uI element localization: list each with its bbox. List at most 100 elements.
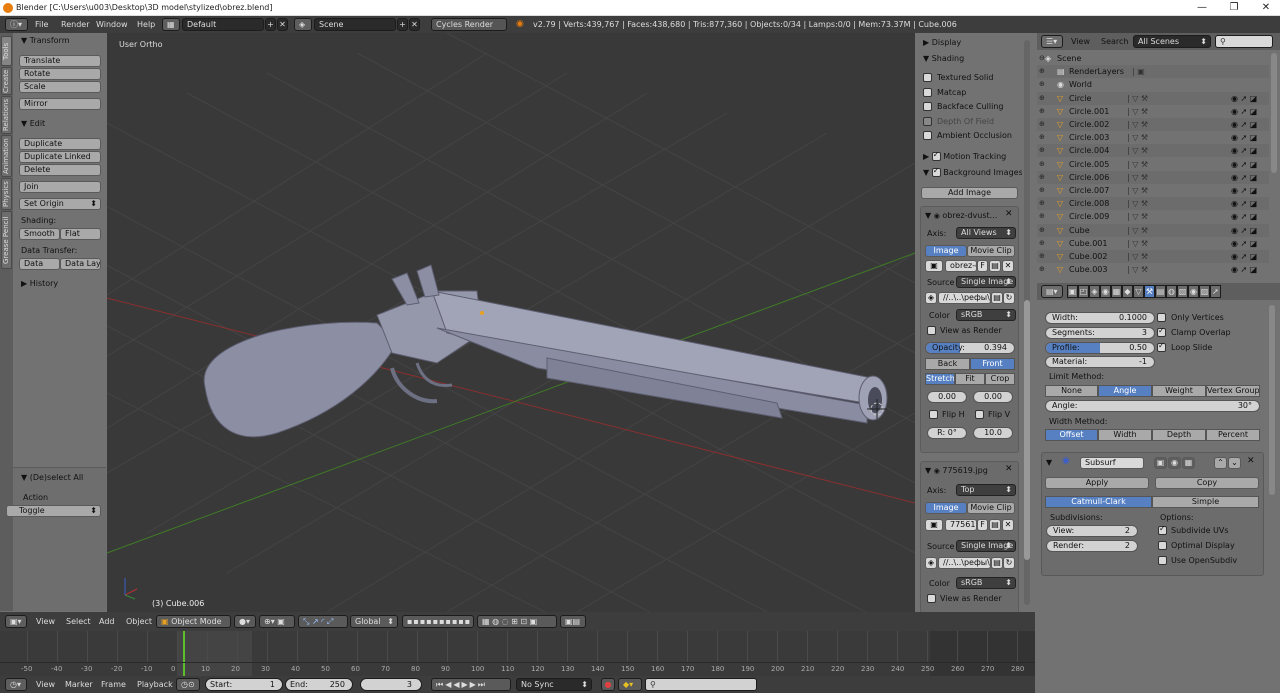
- layer-buttons[interactable]: ▪▪▪▪▪▪▪▪▪▪: [402, 615, 474, 628]
- bg2-image-tab[interactable]: Image: [925, 502, 967, 514]
- properties-context-tab-icon[interactable]: ◍: [1166, 285, 1177, 298]
- expand-icon[interactable]: ⊕: [1039, 92, 1045, 105]
- bg1-source-select[interactable]: Single Image ⬍: [956, 276, 1016, 288]
- subsurf-remove-icon[interactable]: ✕: [1247, 456, 1255, 467]
- properties-editor-type-icon[interactable]: ▤▾: [1041, 285, 1063, 298]
- interaction-mode-select[interactable]: ▣ Object Mode: [156, 615, 231, 628]
- properties-context-tab-icon[interactable]: ▽: [1133, 285, 1144, 298]
- shading-option-checkbox[interactable]: [923, 87, 932, 97]
- viewport-shading-select[interactable]: ●▾: [234, 615, 256, 628]
- current-frame-field[interactable]: 3: [360, 678, 422, 691]
- add-image-button[interactable]: Add Image: [921, 187, 1018, 199]
- bg2-pack-icon[interactable]: ◈: [925, 557, 937, 569]
- bg1-movie-tab[interactable]: Movie Clip: [967, 245, 1015, 257]
- properties-context-tab-icon[interactable]: ◆: [1122, 285, 1133, 298]
- expand-icon[interactable]: ⊕: [1039, 197, 1045, 210]
- npanel-scrollbar[interactable]: [1024, 300, 1030, 560]
- only-vertices-checkbox[interactable]: [1157, 313, 1166, 322]
- expand-icon[interactable]: ⊖: [1039, 52, 1045, 65]
- bg1-reload-icon[interactable]: ↻: [1003, 292, 1015, 304]
- outliner-item[interactable]: ⊕ ▽ Circle.002 | ▽ ⚒ ◉ ➚ ◪: [1037, 118, 1269, 131]
- delete-layout-icon[interactable]: ✕: [277, 18, 288, 31]
- tab-tools[interactable]: Tools: [1, 36, 12, 66]
- menu-help[interactable]: Help: [137, 16, 155, 33]
- set-origin-dropdown[interactable]: Set Origin ⬍: [19, 198, 101, 210]
- maximize-button[interactable]: ❐: [1218, 0, 1250, 16]
- bg2-reload-icon[interactable]: ↻: [1003, 557, 1015, 569]
- outliner-item[interactable]: ⊕ ▽ Circle.008 | ▽ ⚒ ◉ ➚ ◪: [1037, 197, 1269, 211]
- outliner-item[interactable]: ⊕ ▽ Circle.005 | ▽ ⚒ ◉ ➚ ◪: [1037, 158, 1269, 171]
- render-engine-select[interactable]: Cycles Render: [431, 18, 507, 31]
- bevel-angle-field[interactable]: Angle: 30°: [1045, 400, 1260, 412]
- limit-angle-button[interactable]: Angle: [1098, 385, 1152, 397]
- bg1-rotation-field[interactable]: R: 0°: [927, 427, 967, 439]
- properties-context-tab-icon[interactable]: ◉: [1188, 285, 1199, 298]
- timeline-marker-menu[interactable]: Marker: [65, 680, 93, 690]
- scale-button[interactable]: Scale: [19, 81, 101, 93]
- outliner-item[interactable]: ⊖ ◈ Scene: [1037, 52, 1269, 65]
- bg2-image-browse-icon[interactable]: ▣: [925, 519, 943, 531]
- duplicate-button[interactable]: Duplicate: [19, 138, 101, 150]
- bg2-filebrowse-icon[interactable]: ▤: [991, 557, 1003, 569]
- layout-browse-icon[interactable]: ▦: [162, 18, 180, 31]
- shade-smooth-button[interactable]: Smooth: [19, 228, 60, 240]
- minimize-button[interactable]: —: [1186, 0, 1218, 16]
- subsurf-editmode-toggle-icon[interactable]: ▦: [1182, 457, 1195, 469]
- visibility-icons[interactable]: ◉ ➚ ◪: [1231, 224, 1257, 237]
- tab-create[interactable]: Create: [1, 67, 12, 95]
- timeline-view-menu[interactable]: View: [36, 680, 55, 690]
- outliner-item[interactable]: ⊕ ▽ Cube.001 | ▽ ⚒ ◉ ➚ ◪: [1037, 237, 1269, 250]
- expand-icon[interactable]: ⊕: [1039, 224, 1045, 237]
- expand-icon[interactable]: ⊕: [1039, 184, 1045, 197]
- menu-window[interactable]: Window: [96, 16, 128, 33]
- expand-icon[interactable]: ⊕: [1039, 118, 1045, 131]
- timeline-editor-type-icon[interactable]: ◷▾: [5, 678, 27, 691]
- delete-scene-icon[interactable]: ✕: [409, 18, 420, 31]
- expand-icon[interactable]: ⊕: [1039, 210, 1045, 223]
- tab-relations[interactable]: Relations: [1, 96, 12, 134]
- expand-icon[interactable]: ⊕: [1039, 144, 1045, 157]
- shading-option-checkbox[interactable]: [923, 73, 932, 82]
- bg1-pack-icon[interactable]: ◈: [925, 292, 937, 304]
- outliner-item[interactable]: ⊕ ◉ World: [1037, 78, 1269, 91]
- view3d-view-menu[interactable]: View: [36, 617, 55, 627]
- shading-option-checkbox[interactable]: [923, 116, 932, 126]
- subsurf-move-up-icon[interactable]: ⌃: [1214, 457, 1227, 469]
- layout-name-field[interactable]: Default: [182, 18, 264, 31]
- properties-context-tab-icon[interactable]: ▣: [1067, 285, 1078, 298]
- editor-type-icon[interactable]: ⓘ▾: [5, 18, 28, 31]
- background-images-checkbox[interactable]: [931, 166, 941, 177]
- limit-vertex-group-button[interactable]: Vertex Group: [1206, 385, 1260, 397]
- properties-context-tab-icon[interactable]: ▨: [1199, 285, 1210, 298]
- outliner-item[interactable]: ⊕ ▽ Circle.004 | ▽ ⚒ ◉ ➚ ◪: [1037, 144, 1269, 158]
- bg1-stretch-button[interactable]: Stretch: [925, 373, 955, 385]
- properties-context-tab-icon[interactable]: ◰: [1078, 285, 1089, 298]
- translate-button[interactable]: Translate: [19, 55, 101, 67]
- properties-context-tab-icon[interactable]: ⚒: [1144, 285, 1155, 298]
- auto-keying-icon[interactable]: ●: [601, 678, 615, 691]
- frame-end-field[interactable]: End: 250: [285, 678, 353, 691]
- current-frame-marker[interactable]: [183, 631, 185, 676]
- subsurf-render-toggle-icon[interactable]: ▣: [1154, 457, 1167, 469]
- visibility-icons[interactable]: ◉ ➚ ◪: [1231, 105, 1257, 118]
- background-images-header[interactable]: ▼ Background Images: [923, 166, 1022, 178]
- timeline[interactable]: -50 -40 -30 -20 -10 0 10 20 30 40 50 60 70 80 90 100 110…: [0, 631, 1035, 676]
- simple-button[interactable]: Simple: [1152, 496, 1259, 508]
- bg1-image-browse-icon[interactable]: ▣: [925, 260, 943, 272]
- shading-panel-header[interactable]: ▼ Shading: [923, 54, 964, 64]
- view3d-select-menu[interactable]: Select: [66, 617, 91, 627]
- join-button[interactable]: Join: [19, 181, 101, 193]
- timeline-frame-menu[interactable]: Frame: [101, 680, 126, 690]
- loop-slide-checkbox[interactable]: [1157, 341, 1166, 352]
- outliner-search-field[interactable]: ⚲: [1215, 35, 1273, 48]
- visibility-icons[interactable]: ◉ ➚ ◪: [1231, 184, 1257, 197]
- bg1-flip-v-checkbox[interactable]: [975, 410, 984, 419]
- subsurf-render-levels[interactable]: Render: 2: [1046, 540, 1138, 552]
- subsurf-copy-button[interactable]: Copy: [1155, 477, 1259, 489]
- subdivide-uvs-checkbox[interactable]: [1158, 524, 1167, 535]
- visibility-icons[interactable]: ◉ ➚ ◪: [1231, 263, 1257, 276]
- transform-panel-header[interactable]: ▼ Transform: [21, 36, 70, 46]
- bevel-material-field[interactable]: Material: -1: [1045, 356, 1155, 368]
- bg1-fake-user[interactable]: F: [977, 260, 988, 272]
- visibility-icons[interactable]: ◉ ➚ ◪: [1231, 250, 1257, 263]
